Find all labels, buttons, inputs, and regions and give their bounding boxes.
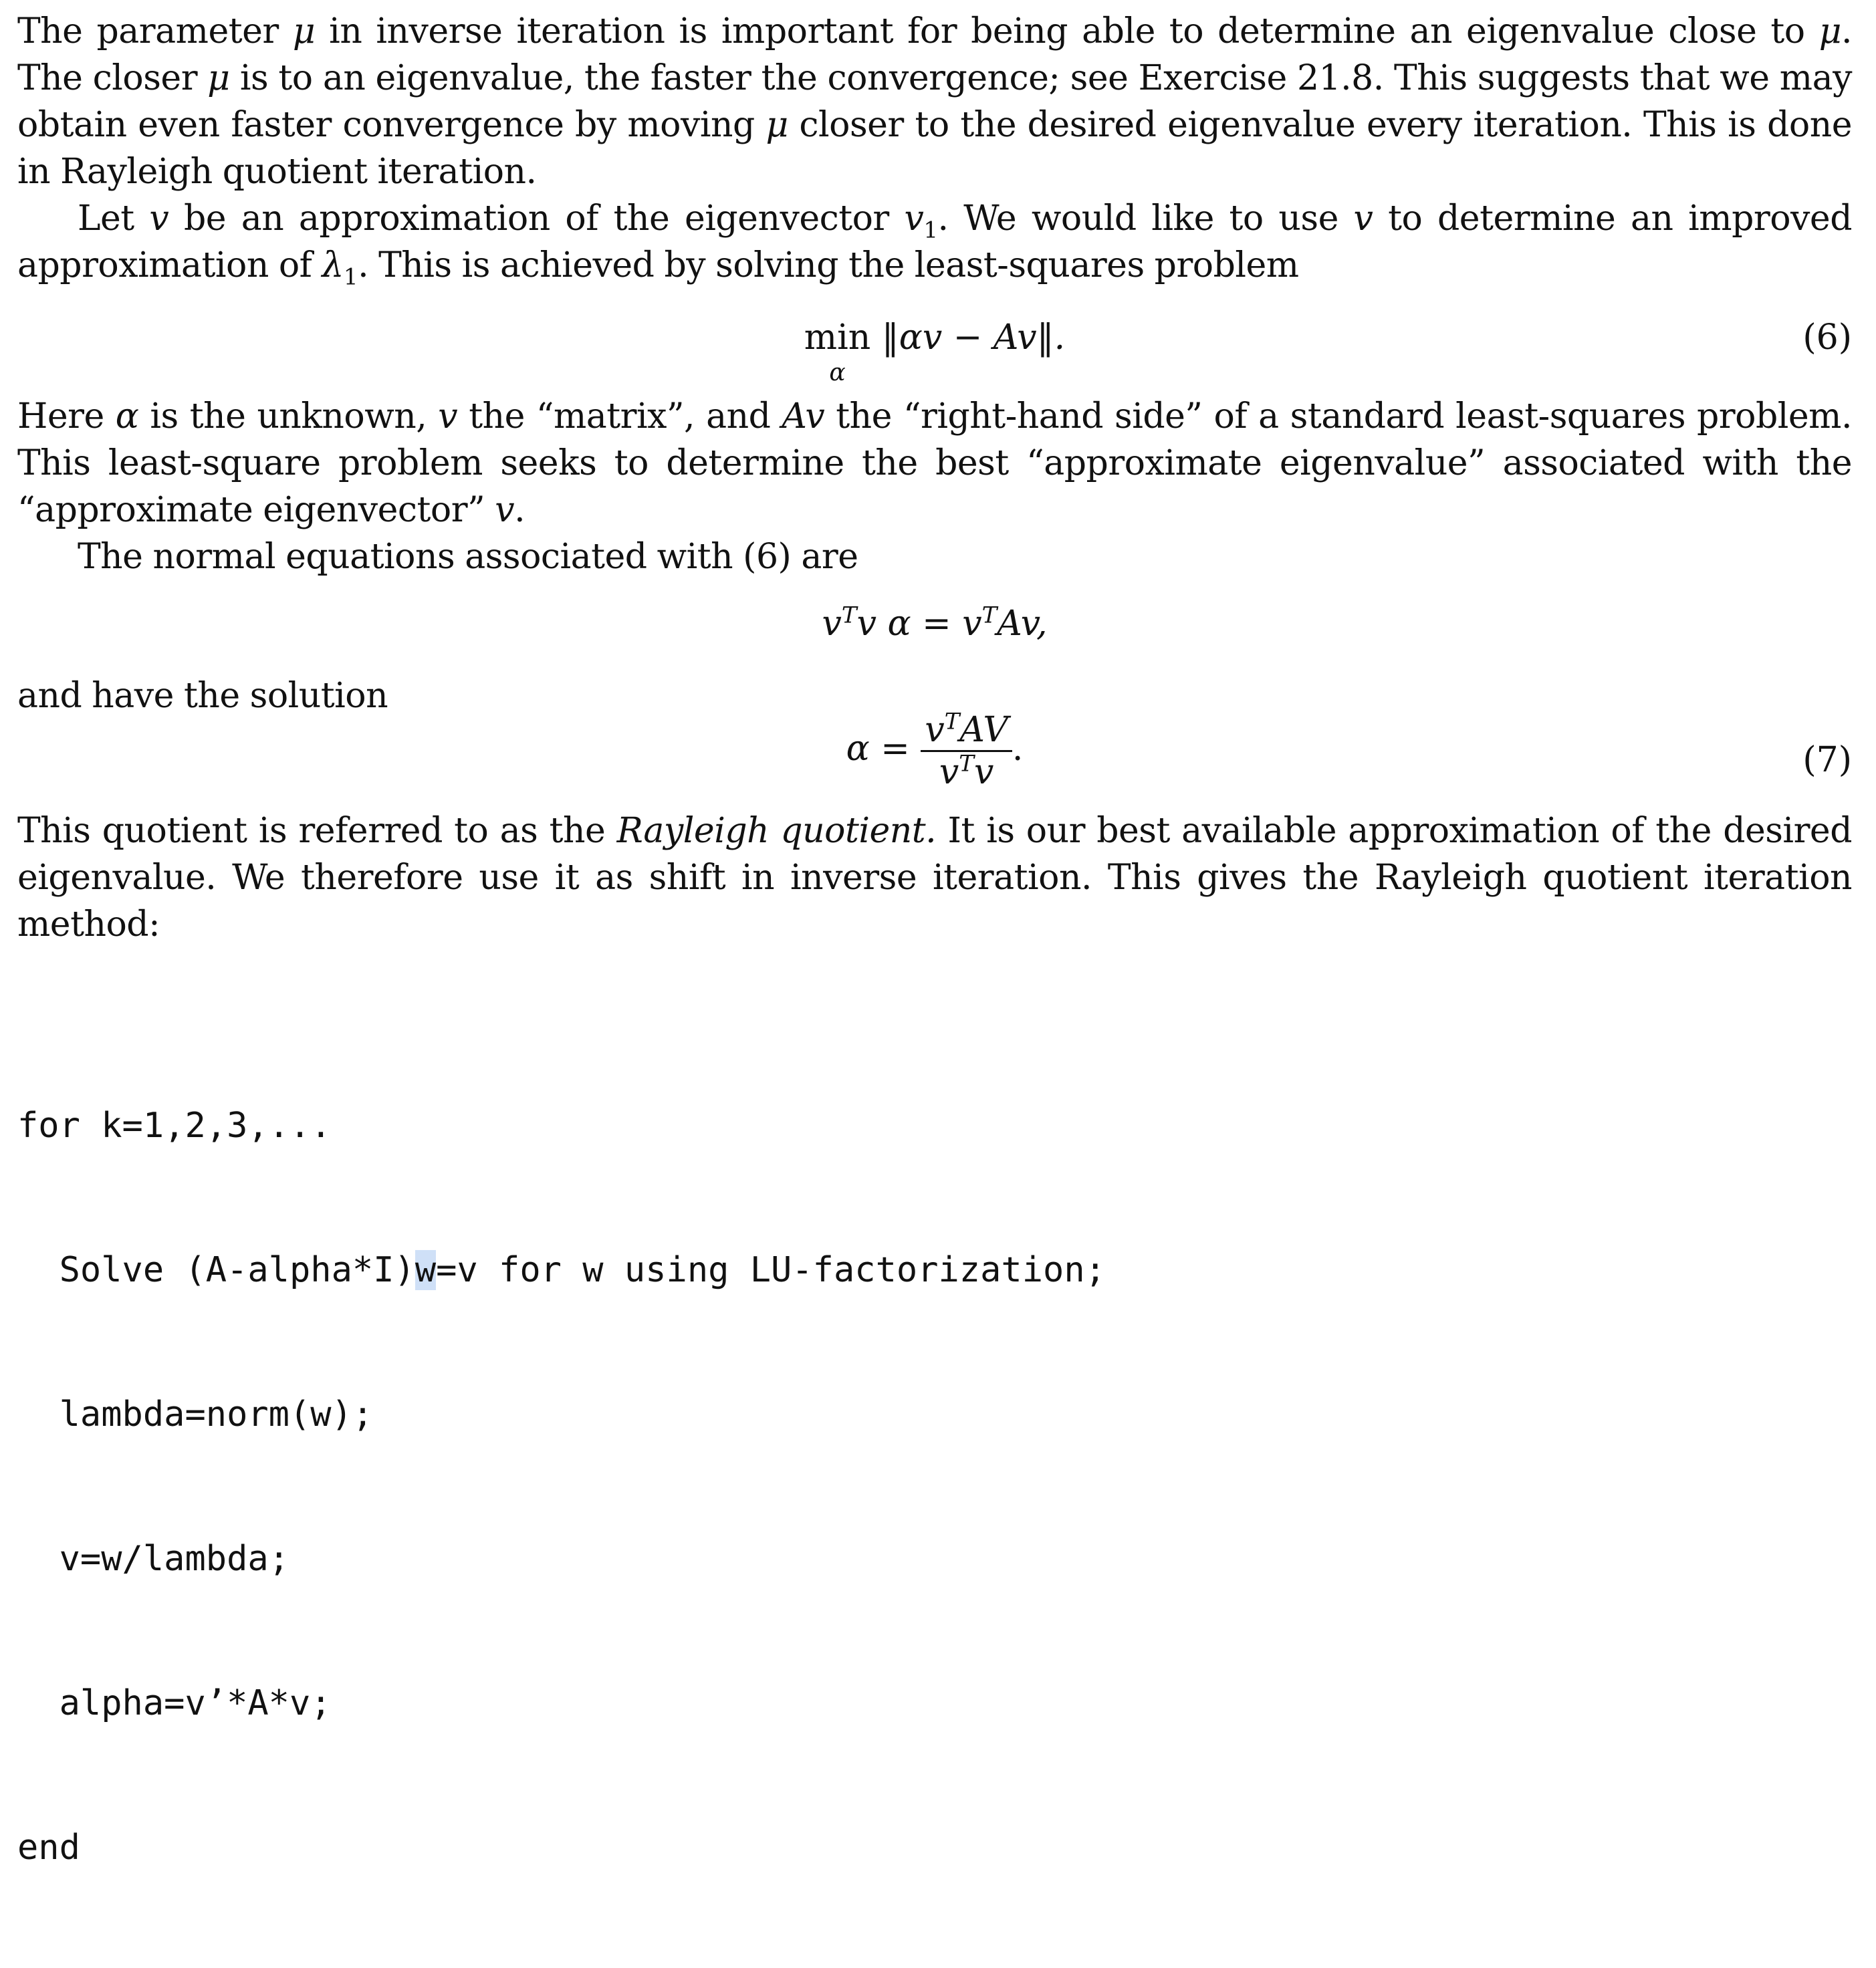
- mu-symbol: μ: [1819, 11, 1842, 51]
- equation-7: α = vTAV vTv . (7): [17, 710, 1852, 810]
- equation-6: min α ‖αv − Av‖. (6): [17, 314, 1852, 385]
- mu-symbol: μ: [766, 105, 788, 145]
- code-block: for k=1,2,3,... Solve (A-alpha*I)w=v for…: [17, 1005, 1852, 1968]
- code-line-1: for k=1,2,3,...: [17, 1106, 332, 1146]
- equation-number-7: (7): [1802, 740, 1852, 780]
- rayleigh-quotient-term: Rayleigh quotient.: [616, 811, 937, 851]
- equation-6-body: min α ‖αv − Av‖.: [17, 314, 1852, 385]
- equation-number-6: (6): [1802, 318, 1852, 358]
- document-page: The parameter μ in inverse iteration is …: [17, 0, 1853, 1868]
- paragraph-rayleigh-quotient: This quotient is referred to as the Rayl…: [17, 811, 1853, 945]
- code-line-4: v=w/lambda;: [17, 1539, 289, 1579]
- mu-symbol: μ: [207, 58, 230, 98]
- code-line-3: lambda=norm(w);: [17, 1394, 374, 1435]
- paragraph-inverse-iteration: The parameter μ in inverse iteration is …: [17, 11, 1853, 192]
- code-line-2: Solve (A-alpha*I)w=v for w using LU-fact…: [17, 1250, 1106, 1290]
- paragraph-least-squares: Here α is the unknown, v the “matrix”, a…: [17, 396, 1853, 530]
- paragraph-approximation: Let v be an approximation of the eigenve…: [17, 199, 1853, 291]
- text-selection[interactable]: w: [415, 1250, 437, 1290]
- code-line-5: alpha=v’*A*v;: [17, 1683, 332, 1723]
- normal-equation: vTv α = vTAv,: [17, 600, 1852, 660]
- min-operator: min α: [804, 318, 871, 386]
- code-line-6: end: [17, 1828, 80, 1868]
- rayleigh-fraction: vTAV vTv: [921, 710, 1012, 792]
- paragraph-normal-equations: The normal equations associated with (6)…: [78, 537, 858, 577]
- fraction-numerator: vTAV: [921, 710, 1012, 752]
- equation-7-body: α = vTAV vTv .: [846, 708, 1024, 792]
- normal-equation-body: vTv α = vTAv,: [822, 602, 1048, 644]
- mu-symbol: μ: [292, 11, 316, 51]
- fraction-denominator: vTv: [939, 750, 994, 792]
